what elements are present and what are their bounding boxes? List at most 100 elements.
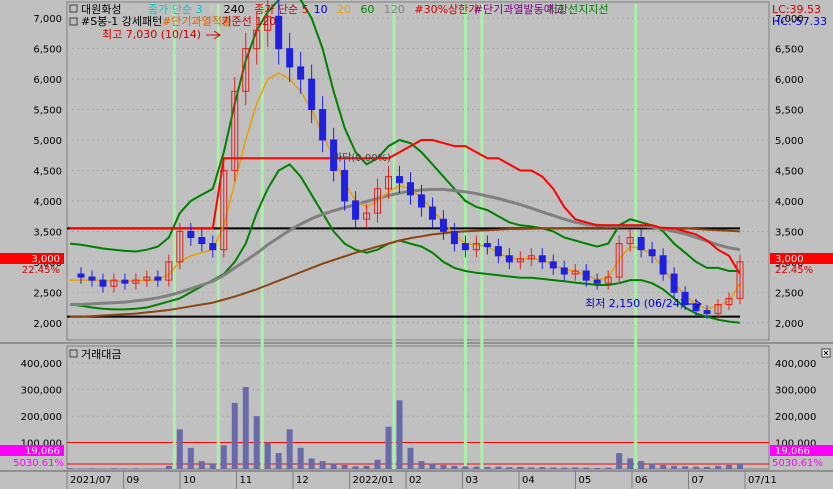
date-tick-label: 05	[579, 475, 592, 486]
legend-item: 지지선	[578, 3, 608, 16]
price-tick-left: 3,500	[33, 227, 62, 238]
volume-bar	[330, 463, 337, 469]
volume-bar	[88, 468, 95, 469]
date-tick-label: 03	[466, 475, 479, 486]
candle-body	[494, 246, 502, 257]
price-tick-right: 6,000	[775, 75, 804, 86]
legend-item: #S봉-1 강세패턴	[81, 15, 162, 28]
candle-body	[187, 230, 195, 238]
date-tick-label: 07/11	[748, 475, 777, 486]
volume-tick-right: 300,000	[775, 386, 816, 397]
high-price-label: 최고 7,030 (10/14)	[102, 28, 201, 41]
volume-bar	[220, 445, 227, 469]
legend-item: 20	[337, 3, 351, 16]
volume-bar	[528, 467, 535, 469]
candle-body	[319, 109, 327, 141]
volume-bar	[308, 458, 315, 469]
volume-bar	[187, 447, 194, 469]
candle-body	[703, 310, 711, 315]
volume-bar	[462, 466, 469, 469]
price-tick-right: 2,500	[775, 288, 804, 299]
price-tick-left: 6,000	[33, 75, 62, 86]
date-tick-label: 07	[692, 475, 705, 486]
candle-body	[505, 255, 513, 263]
volume-bar	[341, 465, 348, 469]
volume-bar	[649, 463, 656, 469]
candle-body	[198, 236, 206, 245]
candle-body	[154, 276, 162, 281]
volume-bar	[121, 468, 128, 469]
candle-body	[582, 270, 590, 281]
price-tick-right: 4,000	[775, 197, 804, 208]
volume-bar	[132, 468, 139, 469]
date-tick-label: 12	[296, 475, 309, 486]
date-tick-label: 06	[635, 475, 648, 486]
volume-tick-left: 200,000	[21, 412, 62, 423]
volume-bar	[616, 453, 623, 469]
candle-body	[88, 276, 96, 281]
low-price-label: 최저 2,150 (06/24)	[585, 297, 684, 310]
volume-bar	[319, 461, 326, 469]
date-tick-label: 02	[409, 475, 422, 486]
volume-bar	[363, 465, 370, 469]
volume-bar	[517, 466, 524, 469]
volume-bar	[660, 465, 667, 469]
volume-bar	[726, 465, 733, 469]
volume-bar	[418, 461, 425, 469]
date-tick-label: 11	[240, 475, 253, 486]
volume-bar	[176, 429, 183, 469]
signal-band	[392, 4, 396, 469]
candle-body	[99, 279, 107, 287]
volume-bar	[77, 468, 84, 469]
candle-body	[549, 261, 557, 269]
legend-item: 저항선	[548, 3, 578, 16]
volume-bar	[495, 466, 502, 469]
right-volume-tag-text: 19,066	[775, 446, 810, 457]
legend-item: #30%상한가	[414, 3, 478, 16]
price-tick-left: 2,000	[33, 319, 62, 330]
volume-title: 거래대금	[81, 348, 121, 361]
candle-body	[560, 267, 568, 275]
candle-body	[121, 279, 129, 284]
signal-band	[480, 4, 484, 469]
second-legend: #S봉-1 강세패턴 #단기과열적출기준선 120	[69, 15, 276, 28]
candle-body	[483, 243, 491, 248]
volume-bar	[638, 461, 645, 469]
volume-bar	[154, 468, 161, 469]
volume-bar	[429, 463, 436, 469]
volume-bar	[297, 447, 304, 469]
volume-bar	[385, 426, 392, 469]
volume-bar	[451, 465, 458, 469]
hc-value: HC:-57.33	[772, 15, 827, 28]
volume-tick-left: 400,000	[21, 359, 62, 370]
candle-body	[637, 236, 645, 251]
candle-body	[209, 243, 217, 251]
volume-tick-right: 200,000	[775, 412, 816, 423]
volume-bar	[583, 467, 590, 469]
candle-body	[308, 78, 316, 111]
volume-bar	[352, 466, 359, 469]
volume-bar	[473, 466, 480, 469]
volume-tick-left: 300,000	[21, 386, 62, 397]
candle-body	[396, 176, 404, 184]
right-pct-tag: 22.45%	[775, 265, 813, 276]
volume-bar	[561, 467, 568, 469]
volume-bar	[737, 463, 743, 469]
date-tick-label: 09	[127, 475, 140, 486]
left-volume-pct: 5030.61%	[13, 458, 64, 469]
left-price-tag-text: 3,000	[31, 254, 60, 265]
candle-body	[352, 200, 360, 220]
volume-bar	[253, 416, 260, 469]
right-price-tag-text: 3,000	[775, 254, 804, 265]
candle-body	[648, 249, 656, 257]
date-tick-label: 04	[522, 475, 535, 486]
volume-bar	[110, 468, 117, 469]
volume-bar	[286, 429, 293, 469]
signal-band	[172, 4, 176, 469]
candle-body	[297, 66, 305, 80]
legend-item: 60	[360, 3, 374, 16]
volume-bar	[264, 442, 271, 469]
candle-body	[659, 255, 667, 275]
volume-bar	[539, 467, 546, 469]
volume-bar	[198, 461, 205, 469]
